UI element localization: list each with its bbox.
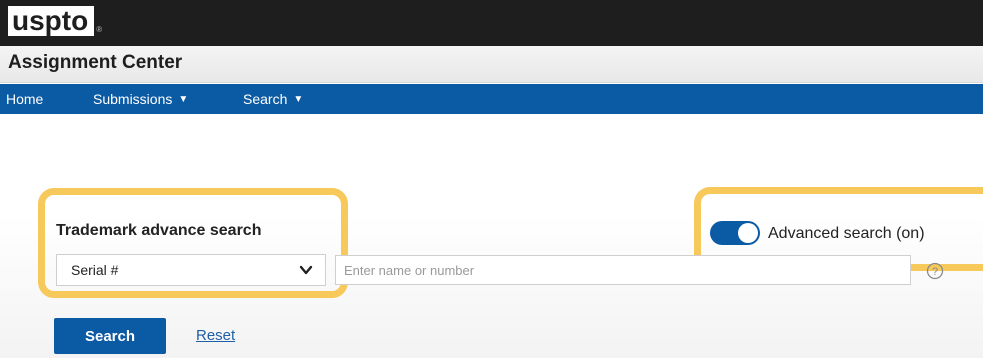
main-nav: Home Submissions ▼ Search ▼	[0, 84, 983, 114]
nav-search[interactable]: Search ▼	[243, 91, 303, 107]
top-bar: uspto ®	[0, 0, 983, 46]
caret-down-icon: ▼	[293, 94, 304, 105]
title-bar: Assignment Center	[0, 46, 983, 83]
toggle-knob	[738, 223, 758, 243]
nav-search-label: Search	[243, 91, 288, 107]
search-type-value: Serial #	[71, 262, 119, 278]
nav-submissions[interactable]: Submissions ▼	[93, 91, 188, 107]
registered-mark: ®	[96, 25, 103, 34]
section-title: Trademark advance search	[56, 222, 262, 239]
search-type-select[interactable]: Serial #	[56, 254, 326, 286]
advanced-search-label: Advanced search (on)	[768, 225, 925, 242]
caret-down-icon: ▼	[178, 94, 189, 105]
svg-text:?: ?	[932, 266, 938, 278]
reset-link[interactable]: Reset	[196, 327, 235, 344]
nav-submissions-label: Submissions	[93, 91, 173, 107]
nav-home-label: Home	[6, 91, 44, 107]
chevron-down-icon	[299, 265, 313, 275]
nav-home[interactable]: Home	[6, 91, 43, 107]
help-icon[interactable]: ?	[926, 262, 944, 280]
search-button[interactable]: Search	[54, 318, 166, 354]
uspto-logo[interactable]: uspto ®	[8, 6, 102, 36]
logo-text: uspto	[8, 6, 95, 36]
search-input[interactable]	[335, 255, 911, 285]
app-title: Assignment Center	[8, 52, 183, 73]
advanced-search-toggle[interactable]	[710, 221, 760, 245]
